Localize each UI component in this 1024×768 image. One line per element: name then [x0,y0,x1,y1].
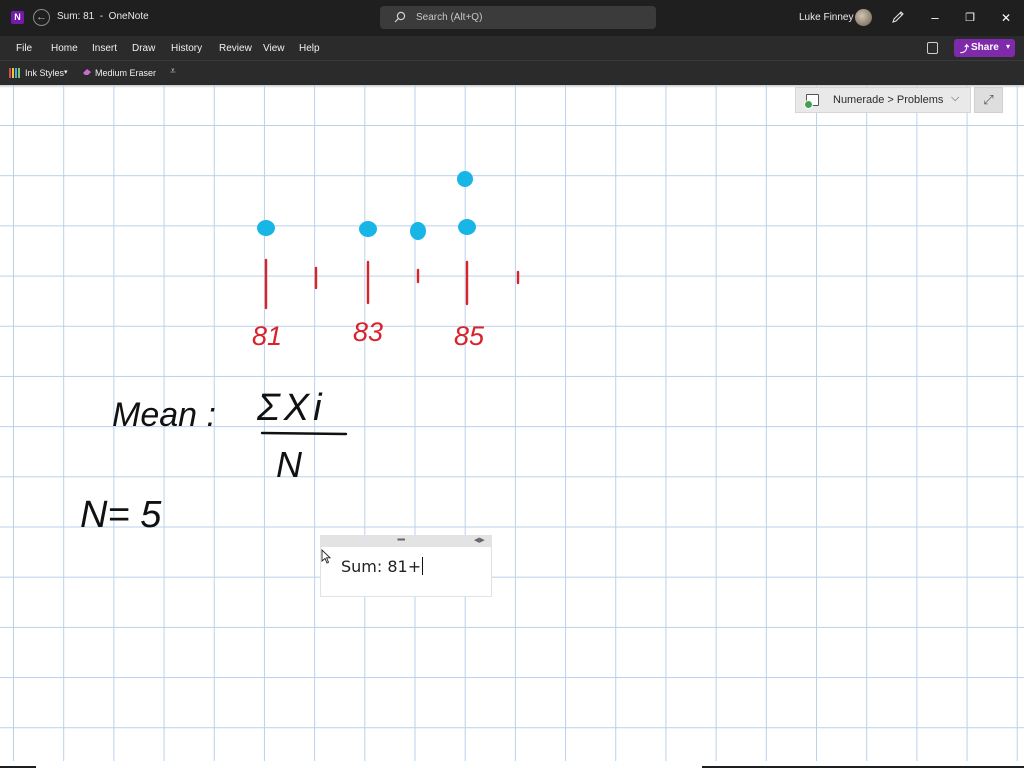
n-equation: N= 5 [80,494,162,536]
handwritten-tick-labels: 81 83 85 [252,317,485,351]
text-caret [422,557,424,575]
user-name[interactable]: Luke Finney [799,12,853,23]
menu-help[interactable]: Help [299,43,320,54]
chevron-down-icon[interactable]: ▾ [1006,42,1010,51]
note-container-handle[interactable]: ▪▪▪▪ ◀▶ [321,535,491,547]
notebook-icon[interactable] [927,42,938,54]
menu-view[interactable]: View [263,43,285,54]
mouse-pointer-icon [321,549,331,564]
onenote-app-icon: N [11,11,24,24]
ink-styles-button[interactable]: Ink Styles [25,68,64,78]
label-85: 85 [454,321,485,351]
dot-85-upper [457,171,473,187]
notebook-sync-icon [804,94,819,109]
expand-icon[interactable]: ⤢ [974,87,1003,113]
number-line-ticks [264,258,520,310]
ink-toolbar: Ink Styles ▾ Medium Eraser ⩡ [0,60,1024,85]
menu-draw[interactable]: Draw [132,43,155,54]
share-label: Share [971,42,999,53]
formula-numerator: ΣXi [256,387,326,429]
window-bottom-edge [0,761,1024,768]
breadcrumb-text: Numerade > Problems [833,94,944,106]
dot-81 [257,220,275,236]
note-text-content: Sum: 81+ [341,557,422,576]
overflow-menu-icon[interactable]: ⩡ [170,66,176,77]
menu-insert[interactable]: Insert [92,43,117,54]
title-bar: N ← Sum: 81 - OneNote Search (Alt+Q) Luk… [0,0,1024,36]
handwritten-ink: 81 83 85 Mean : ΣXi N N= 5 [80,171,520,536]
note-container[interactable]: ▪▪▪▪ ◀▶ Sum: 81+ [320,535,492,597]
menu-review[interactable]: Review [219,43,252,54]
minimize-button[interactable]: – [925,8,945,28]
dot-84 [410,222,426,240]
note-canvas[interactable]: 81 83 85 Mean : ΣXi N N= 5 [0,85,1024,761]
chevron-down-icon[interactable]: ⌵ [951,92,959,105]
avatar[interactable] [855,9,872,26]
label-83: 83 [353,317,383,347]
mean-label: Mean : [112,396,216,434]
menu-home[interactable]: Home [51,43,78,54]
search-box[interactable]: Search (Alt+Q) [380,6,656,29]
search-placeholder: Search (Alt+Q) [416,12,483,23]
section-breadcrumb[interactable]: Numerade > Problems ⌵ [795,87,971,113]
share-button[interactable]: ⤴ Share ▾ [954,39,1015,57]
formula-denominator: N [276,444,303,485]
window-title: Sum: 81 - OneNote [57,11,149,22]
handwritten-mean-formula: Mean : ΣXi N N= 5 [80,387,326,536]
dot-plot-dots [257,171,476,240]
eraser-icon [83,69,91,75]
resize-arrows-icon[interactable]: ◀▶ [474,536,485,544]
eraser-button[interactable]: Medium Eraser [95,68,156,78]
note-text[interactable]: Sum: 81+ [341,557,424,576]
menu-file[interactable]: File [16,43,32,54]
pen-icon[interactable] [891,10,905,24]
ink-styles-icon [9,68,21,78]
menu-history[interactable]: History [171,43,202,54]
restore-button[interactable]: ❐ [960,8,980,28]
dot-83 [359,221,377,237]
fraction-bar [260,431,348,436]
drag-grip-icon[interactable]: ▪▪▪▪ [397,535,405,544]
close-button[interactable]: ✕ [996,8,1016,28]
ink-styles-chevron-icon[interactable]: ▾ [64,68,68,76]
dot-85-lower [458,219,476,235]
label-81: 81 [252,321,282,351]
back-button[interactable]: ← [33,9,50,26]
share-icon: ⤴ [960,44,970,54]
search-icon [394,11,406,23]
